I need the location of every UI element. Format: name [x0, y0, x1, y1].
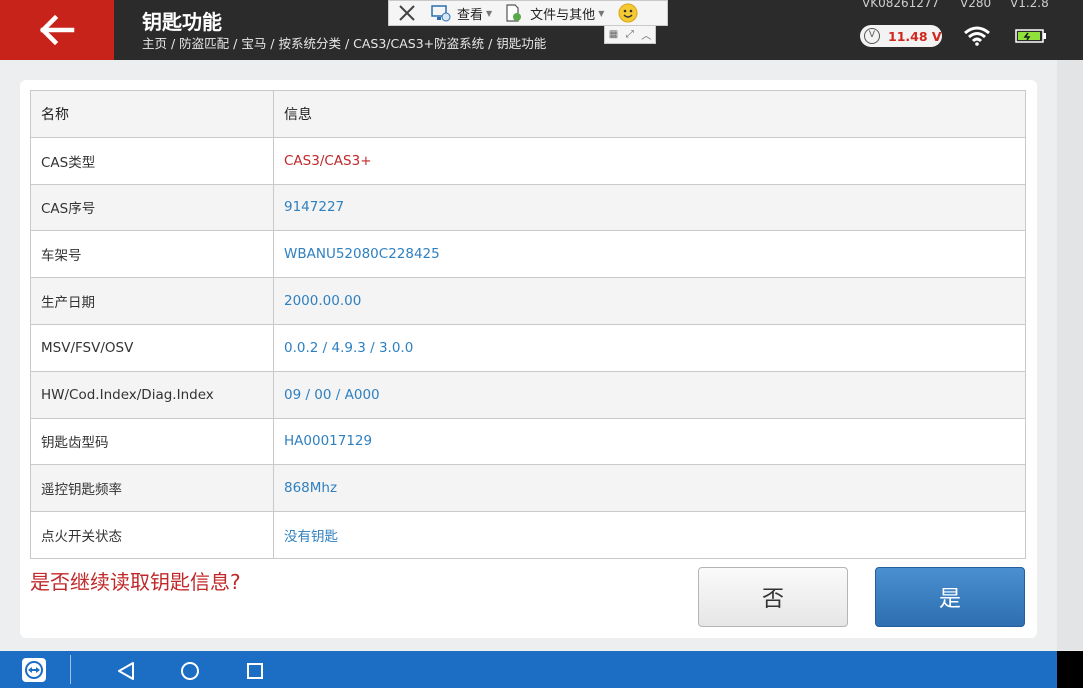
- battery-icon: [1015, 29, 1046, 43]
- files-menu[interactable]: 文件与其他 ▼: [504, 4, 604, 23]
- voltage-value: 11.48 V: [888, 28, 942, 44]
- table-row: 点火开关状态 没有钥匙: [30, 511, 1026, 559]
- device-model: V280: [960, 0, 992, 10]
- toolbar-extra-controls: ▦ ⤢ ︿: [604, 26, 656, 44]
- table-row: MSV/FSV/OSV 0.0.2 / 4.9.3 / 3.0.0: [30, 323, 1026, 372]
- right-edge-panel: [1057, 60, 1083, 650]
- wifi-icon: [964, 26, 990, 46]
- remote-toolbar: 查看 ▼ 文件与其他 ▼: [388, 0, 668, 26]
- back-button[interactable]: [0, 0, 114, 60]
- row-label: MSV/FSV/OSV: [30, 323, 274, 372]
- row-label: 生产日期: [30, 277, 274, 325]
- table-row: 遥控钥匙频率 868Mhz: [30, 464, 1026, 513]
- row-value: 09 / 00 / A000: [273, 370, 1026, 419]
- key-info-table: 名称 信息 CAS类型 CAS3/CAS3+ CAS序号 9147227 车架号 WB…: [30, 90, 1026, 559]
- app-shortcut[interactable]: [22, 658, 46, 682]
- row-label: 点火开关状态: [30, 511, 274, 559]
- nav-recent-icon[interactable]: [246, 662, 264, 680]
- row-label: HW/Cod.Index/Diag.Index: [30, 370, 274, 419]
- system-navbar: [0, 651, 1057, 688]
- table-row: CAS序号 9147227: [30, 183, 1026, 232]
- table-row: 钥匙齿型码 HA00017129: [30, 417, 1026, 466]
- app-icon: [25, 661, 43, 679]
- table-header-row: 名称 信息: [30, 90, 1026, 138]
- table-row: HW/Cod.Index/Diag.Index 09 / 00 / A000: [30, 370, 1026, 419]
- no-button[interactable]: 否: [698, 567, 848, 627]
- chevron-down-icon: ▼: [598, 8, 605, 18]
- view-menu-label: 查看: [457, 7, 484, 23]
- yes-button[interactable]: 是: [875, 567, 1025, 627]
- continue-prompt: 是否继续读取钥匙信息?: [30, 570, 241, 594]
- row-label: 遥控钥匙频率: [30, 464, 274, 513]
- row-label: 钥匙齿型码: [30, 417, 274, 466]
- row-value: WBANU52080C228425: [273, 230, 1026, 279]
- serial-number: VK08261277: [862, 0, 940, 10]
- nav-home-icon[interactable]: [180, 661, 200, 681]
- breadcrumb: 主页 / 防盗匹配 / 宝马 / 按系统分类 / CAS3/CAS3+防盗系统 …: [142, 36, 547, 51]
- row-value: 2000.00.00: [273, 277, 1026, 325]
- row-value: 没有钥匙: [273, 511, 1026, 559]
- software-version: V1.2.8: [1010, 0, 1049, 10]
- row-value: HA00017129: [273, 417, 1026, 466]
- navbar-edge: [1057, 651, 1083, 688]
- view-menu[interactable]: 查看 ▼: [431, 4, 492, 23]
- page-title: 钥匙功能: [142, 10, 222, 34]
- back-arrow-icon: [39, 15, 75, 45]
- table-row: 车架号 WBANU52080C228425: [30, 230, 1026, 279]
- row-label: CAS序号: [30, 183, 274, 232]
- voltage-badge: V 11.48 V: [860, 25, 942, 47]
- close-icon[interactable]: [397, 3, 417, 23]
- files-icon: [506, 4, 522, 22]
- voltage-icon: V: [864, 28, 880, 44]
- grid-icon[interactable]: ▦: [609, 29, 618, 40]
- nav-back-icon[interactable]: [116, 661, 136, 681]
- files-menu-label: 文件与其他: [530, 7, 596, 23]
- navbar-divider: [70, 655, 71, 684]
- column-header-name: 名称: [30, 90, 274, 138]
- row-value: 868Mhz: [273, 464, 1026, 513]
- table-row: CAS类型 CAS3/CAS3+: [30, 136, 1026, 185]
- chevron-up-icon[interactable]: ︿: [641, 27, 651, 42]
- column-header-info: 信息: [273, 90, 1026, 138]
- key-info-panel: 名称 信息 CAS类型 CAS3/CAS3+ CAS序号 9147227 车架号 WB…: [20, 80, 1037, 638]
- chevron-down-icon: ▼: [486, 8, 493, 18]
- view-icon: [431, 5, 451, 22]
- row-label: CAS类型: [30, 136, 274, 185]
- row-value: CAS3/CAS3+: [273, 136, 1026, 185]
- row-label: 车架号: [30, 230, 274, 279]
- row-value: 9147227: [273, 183, 1026, 232]
- fullscreen-icon[interactable]: ⤢: [626, 29, 634, 40]
- smiley-icon[interactable]: [618, 3, 638, 23]
- table-row: 生产日期 2000.00.00: [30, 277, 1026, 325]
- row-value: 0.0.2 / 4.9.3 / 3.0.0: [273, 323, 1026, 372]
